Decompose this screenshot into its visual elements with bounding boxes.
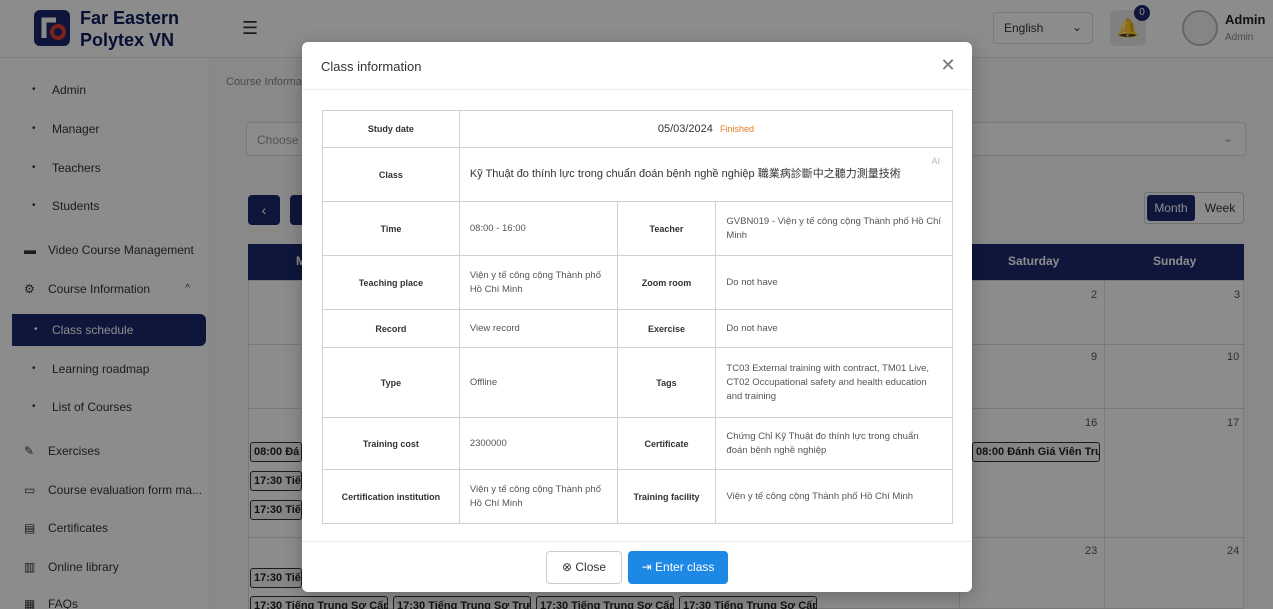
enter-class-label: Enter class (655, 560, 715, 574)
close-circle-icon: ⊗ (561, 560, 573, 574)
modal-footer: ⊗ Close ⇥ Enter class (302, 541, 972, 592)
training-cost-label: Training cost (322, 417, 460, 470)
time-value: 08:00 - 16:00 (458, 201, 618, 256)
type-value: Offline (458, 347, 618, 418)
exercise-value: Do not have (715, 309, 953, 348)
class-information-modal: Class information ✕ Study date 05/03/202… (302, 42, 972, 592)
tags-value: TC03 External training with contract, TM… (715, 347, 953, 418)
training-cost-value: 2300000 (458, 417, 618, 470)
class-name: Kỹ Thuật đo thính lực trong chuẩn đoán b… (469, 168, 901, 180)
teacher-value: GVBN019 - Viện y tế công cộng Thành phố … (715, 201, 953, 256)
class-label: Class (322, 147, 460, 202)
certification-institution-label: Certification institution (322, 469, 460, 524)
training-facility-value: Viện y tế công cộng Thành phố Hồ Chí Min… (715, 469, 953, 524)
certificate-value: Chứng Chỉ Kỹ Thuật đo thính lực trong ch… (715, 417, 953, 470)
zoom-room-label: Zoom room (616, 255, 717, 310)
tags-label: Tags (616, 347, 717, 418)
enter-class-button[interactable]: ⇥ Enter class (628, 551, 728, 584)
certificate-label: Certificate (616, 417, 717, 470)
class-cell: Kỹ Thuật đo thính lực trong chuẩn đoán b… (458, 147, 954, 202)
exercise-label: Exercise (616, 309, 717, 348)
close-icon[interactable]: ✕ (938, 55, 958, 75)
status-badge: Finished (719, 124, 754, 134)
close-button[interactable]: ⊗ Close (546, 551, 622, 584)
study-date-value: 05/03/2024 (657, 123, 713, 135)
certification-institution-value: Viện y tế công cộng Thành phố Hồ Chí Min… (458, 469, 618, 524)
modal-title: Class information (321, 59, 422, 74)
close-button-label: Close (575, 560, 607, 574)
time-label: Time (322, 201, 460, 256)
enter-icon: ⇥ (641, 560, 652, 574)
ai-marker: AI (931, 156, 940, 166)
teacher-label: Teacher (616, 201, 717, 256)
zoom-room-value: Do not have (715, 255, 953, 310)
modal-header: Class information ✕ (302, 42, 972, 90)
teaching-place-value: Viện y tế công cộng Thành phố Hồ Chí Min… (458, 255, 618, 310)
view-record-link[interactable]: View record (458, 309, 618, 348)
record-label: Record (322, 309, 460, 348)
type-label: Type (322, 347, 460, 418)
study-date-cell: 05/03/2024 Finished (458, 110, 954, 148)
training-facility-label: Training facility (616, 469, 717, 524)
study-date-label: Study date (322, 110, 460, 148)
class-info-table: Study date 05/03/2024 Finished Class Kỹ … (322, 110, 954, 524)
teaching-place-label: Teaching place (322, 255, 460, 310)
